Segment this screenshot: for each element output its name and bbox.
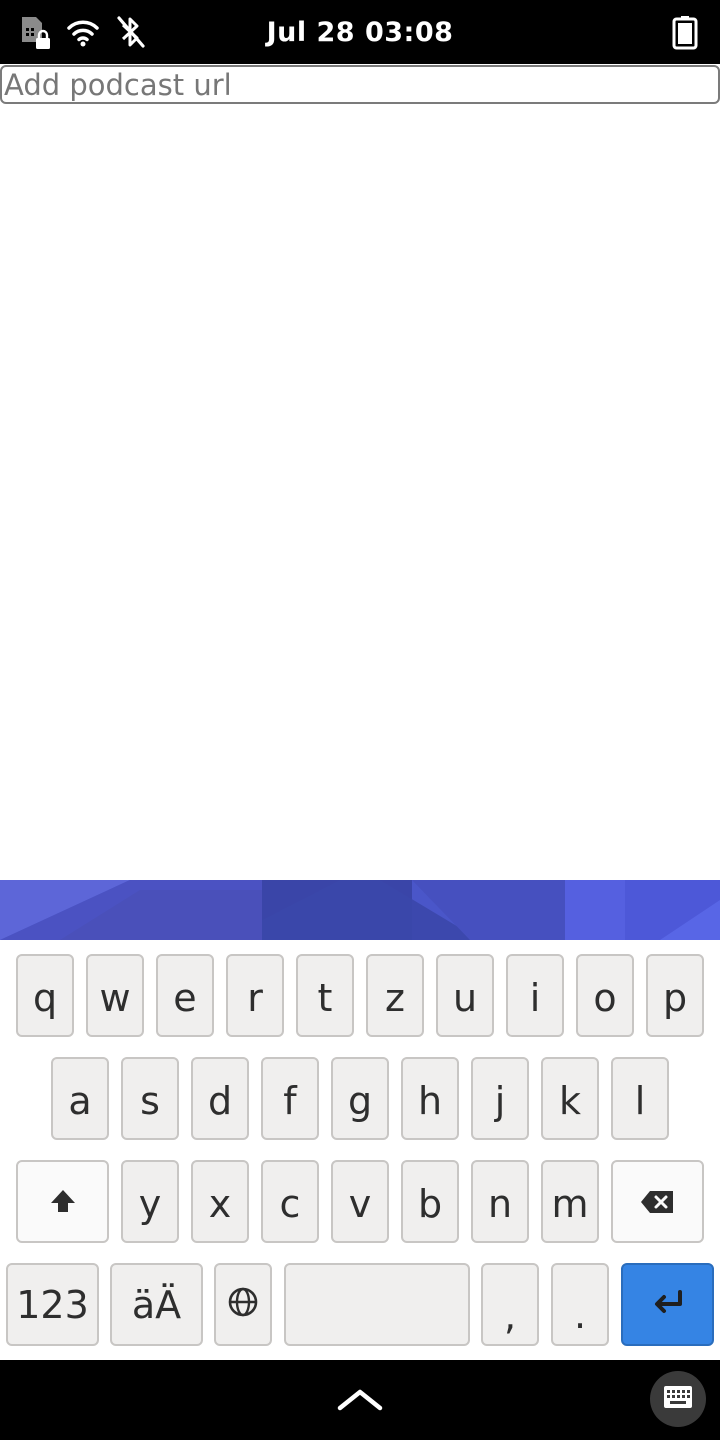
key-h[interactable]: h: [401, 1057, 459, 1140]
key-o[interactable]: o: [576, 954, 634, 1037]
key-label: m: [551, 1181, 589, 1226]
key-e[interactable]: e: [156, 954, 214, 1037]
keyboard-banner: [0, 880, 720, 940]
period-key[interactable]: .: [551, 1263, 609, 1346]
key-n[interactable]: n: [471, 1160, 529, 1243]
enter-key[interactable]: [621, 1263, 714, 1346]
key-d[interactable]: d: [191, 1057, 249, 1140]
shift-arrow-icon: [49, 1180, 77, 1224]
key-b[interactable]: b: [401, 1160, 459, 1243]
key-z[interactable]: z: [366, 954, 424, 1037]
key-label: i: [529, 975, 541, 1020]
accents-key[interactable]: äÄ: [110, 1263, 203, 1346]
key-label: ,: [503, 1293, 517, 1338]
keyboard-icon: [663, 1385, 693, 1413]
key-c[interactable]: c: [261, 1160, 319, 1243]
key-label: p: [662, 975, 688, 1020]
key-j[interactable]: j: [471, 1057, 529, 1140]
key-label: j: [494, 1078, 506, 1123]
key-label: o: [593, 975, 617, 1020]
key-g[interactable]: g: [331, 1057, 389, 1140]
keyboard-toggle-button[interactable]: [650, 1371, 706, 1427]
key-r[interactable]: r: [226, 954, 284, 1037]
numbers-key[interactable]: 123: [6, 1263, 99, 1346]
globe-icon: [227, 1283, 259, 1327]
key-label: s: [140, 1078, 160, 1123]
comma-key[interactable]: ,: [481, 1263, 539, 1346]
key-p[interactable]: p: [646, 954, 704, 1037]
key-i[interactable]: i: [506, 954, 564, 1037]
key-label: v: [348, 1181, 372, 1226]
key-label: b: [417, 1181, 443, 1226]
key-m[interactable]: m: [541, 1160, 599, 1243]
navigation-bar: [0, 1360, 720, 1440]
key-label: c: [279, 1181, 301, 1226]
key-label: a: [68, 1078, 92, 1123]
accents-label: äÄ: [131, 1282, 182, 1327]
enter-return-icon: [650, 1283, 686, 1327]
key-v[interactable]: v: [331, 1160, 389, 1243]
key-label: d: [207, 1078, 233, 1123]
key-a[interactable]: a: [51, 1057, 109, 1140]
key-t[interactable]: t: [296, 954, 354, 1037]
key-label: z: [385, 975, 405, 1020]
on-screen-keyboard: q w e r t z u i o p a s d f g h j k l y …: [0, 940, 720, 1360]
key-label: .: [573, 1292, 587, 1337]
key-label: h: [417, 1078, 443, 1123]
key-label: y: [138, 1181, 162, 1226]
space-key[interactable]: [284, 1263, 470, 1346]
key-label: r: [247, 975, 263, 1020]
shift-key[interactable]: [16, 1160, 109, 1243]
numbers-label: 123: [16, 1282, 89, 1327]
key-label: k: [558, 1078, 581, 1123]
key-label: f: [283, 1078, 297, 1123]
key-label: e: [173, 975, 197, 1020]
key-label: l: [634, 1078, 646, 1123]
backspace-icon: [640, 1180, 676, 1224]
clock: Jul 28 03:08: [266, 17, 454, 48]
key-s[interactable]: s: [121, 1057, 179, 1140]
key-w[interactable]: w: [86, 954, 144, 1037]
key-label: q: [32, 975, 58, 1020]
key-f[interactable]: f: [261, 1057, 319, 1140]
key-k[interactable]: k: [541, 1057, 599, 1140]
key-x[interactable]: x: [191, 1160, 249, 1243]
battery-icon: [668, 14, 702, 50]
chevron-up-icon[interactable]: [334, 1386, 386, 1414]
key-label: n: [487, 1181, 513, 1226]
key-label: x: [208, 1181, 232, 1226]
key-q[interactable]: q: [16, 954, 74, 1037]
key-label: t: [317, 975, 333, 1020]
backspace-key[interactable]: [611, 1160, 704, 1243]
podcast-url-input[interactable]: [0, 65, 720, 104]
status-bar: Jul 28 03:08: [0, 0, 720, 64]
key-label: w: [99, 975, 131, 1020]
key-label: u: [452, 975, 478, 1020]
key-l[interactable]: l: [611, 1057, 669, 1140]
key-u[interactable]: u: [436, 954, 494, 1037]
key-y[interactable]: y: [121, 1160, 179, 1243]
key-label: g: [347, 1078, 373, 1123]
language-key[interactable]: [214, 1263, 272, 1346]
